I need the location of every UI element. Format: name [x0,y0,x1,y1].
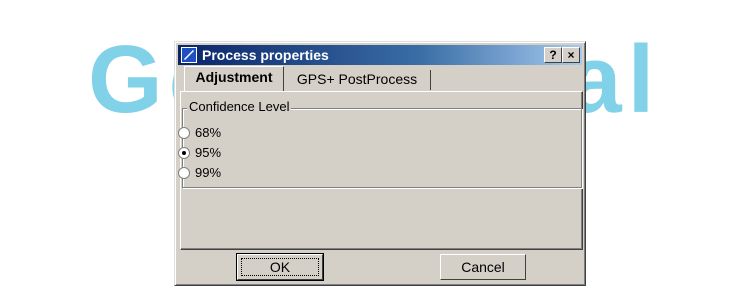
title-bar[interactable]: Process properties ? × [178,45,582,65]
confidence-level-legend: Confidence Level [187,99,292,114]
radio-label: 95% [195,145,222,160]
tab-panel [180,91,583,250]
tab-gps-postprocess[interactable]: GPS+ PostProcess [284,70,431,90]
radio-label: 68% [195,125,222,140]
help-button[interactable]: ? [544,47,562,63]
process-properties-dialog: Process properties ? × Adjustment GPS+ P… [174,41,586,286]
radio-button-icon[interactable] [178,166,190,179]
dialog-title: Process properties [202,47,329,63]
tab-adjustment[interactable]: Adjustment [184,66,284,92]
app-icon [181,47,197,63]
radio-68[interactable]: 68% [178,124,221,142]
ok-button[interactable]: OK [237,254,323,280]
close-button[interactable]: × [562,47,580,63]
radio-button-icon[interactable] [178,126,190,139]
confidence-level-group [182,108,582,188]
radio-button-checked-icon[interactable] [178,146,190,159]
cancel-button[interactable]: Cancel [440,254,526,280]
radio-99[interactable]: 99% [178,164,221,182]
radio-95[interactable]: 95% [178,144,221,162]
radio-label: 99% [195,165,222,180]
